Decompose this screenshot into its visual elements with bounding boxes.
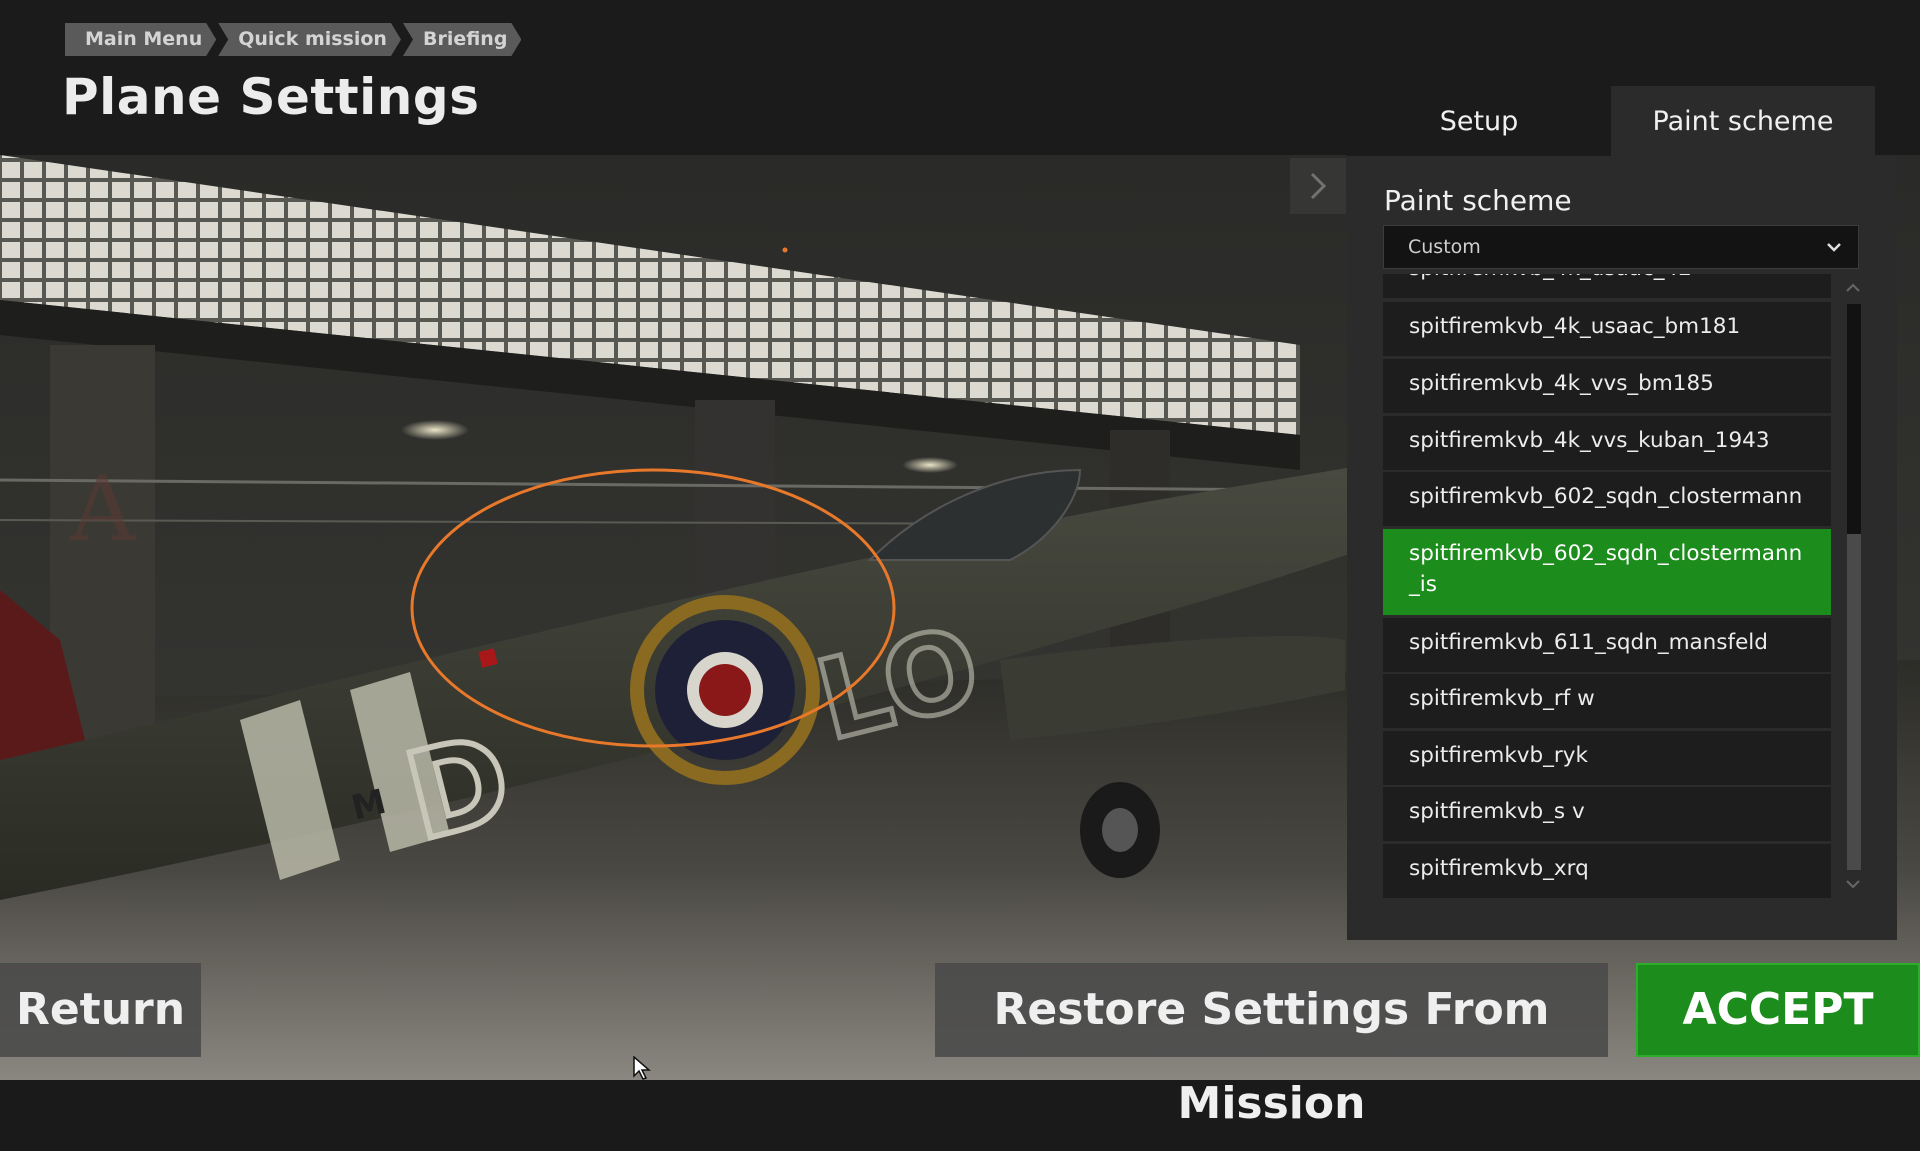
list-item[interactable]: spitfiremkvb_4k_vvs_kuban_1943 xyxy=(1383,416,1831,470)
svg-text:A: A xyxy=(69,457,136,562)
chevron-right-icon xyxy=(1310,172,1327,200)
breadcrumb-briefing[interactable]: Briefing xyxy=(403,23,521,56)
breadcrumb: Main Menu Quick mission Briefing xyxy=(65,23,523,56)
page-title: Plane Settings xyxy=(62,68,480,126)
list-item[interactable]: spitfiremkvb_611_sqdn_mansfeld xyxy=(1383,618,1831,672)
list-item[interactable]: spitfiremkvb_rf w xyxy=(1383,674,1831,728)
dropdown-value: Custom xyxy=(1408,236,1481,258)
collapse-panel-button[interactable] xyxy=(1290,158,1346,214)
paint-scheme-label: Paint scheme xyxy=(1384,184,1572,217)
tab-paint-scheme[interactable]: Paint scheme xyxy=(1611,86,1875,156)
return-button[interactable]: Return xyxy=(0,963,201,1057)
list-item[interactable]: spitfiremkvb_4k_vvs_bm185 xyxy=(1383,359,1831,413)
restore-settings-button[interactable]: Restore Settings From Mission xyxy=(935,963,1608,1129)
scroll-thumb[interactable] xyxy=(1847,304,1861,534)
chevron-down-icon[interactable] xyxy=(1843,874,1863,894)
list-item[interactable]: spitfiremkvb_ryk xyxy=(1383,731,1831,785)
skin-list: spitfiremkvb_4k_usaac_42 spitfiremkvb_4k… xyxy=(1383,274,1831,898)
chevron-down-icon xyxy=(1827,243,1841,252)
breadcrumb-quick-mission[interactable]: Quick mission xyxy=(218,23,401,56)
list-item[interactable]: spitfiremkvb_xrq xyxy=(1383,844,1831,898)
skin-list-scrollbar[interactable] xyxy=(1843,274,1863,898)
list-item[interactable]: spitfiremkvb_602_sqdn_clostermann xyxy=(1383,472,1831,526)
tab-setup[interactable]: Setup xyxy=(1347,86,1611,156)
chevron-up-icon[interactable] xyxy=(1843,278,1863,298)
paint-scheme-panel: Paint scheme Custom spitfiremkvb_4k_usaa… xyxy=(1347,156,1897,940)
mouse-cursor-icon xyxy=(633,1056,652,1080)
list-item[interactable]: spitfiremkvb_4k_usaac_42 xyxy=(1383,274,1831,298)
accept-button[interactable]: ACCEPT xyxy=(1636,963,1920,1057)
paint-scheme-dropdown[interactable]: Custom xyxy=(1383,225,1859,269)
list-item-selected[interactable]: spitfiremkvb_602_sqdn_clostermann_is xyxy=(1383,529,1831,615)
list-item[interactable]: spitfiremkvb_s v xyxy=(1383,787,1831,841)
list-item[interactable]: spitfiremkvb_4k_usaac_bm181 xyxy=(1383,302,1831,356)
settings-tabs: Setup Paint scheme xyxy=(1347,86,1875,156)
breadcrumb-main-menu[interactable]: Main Menu xyxy=(65,23,216,56)
